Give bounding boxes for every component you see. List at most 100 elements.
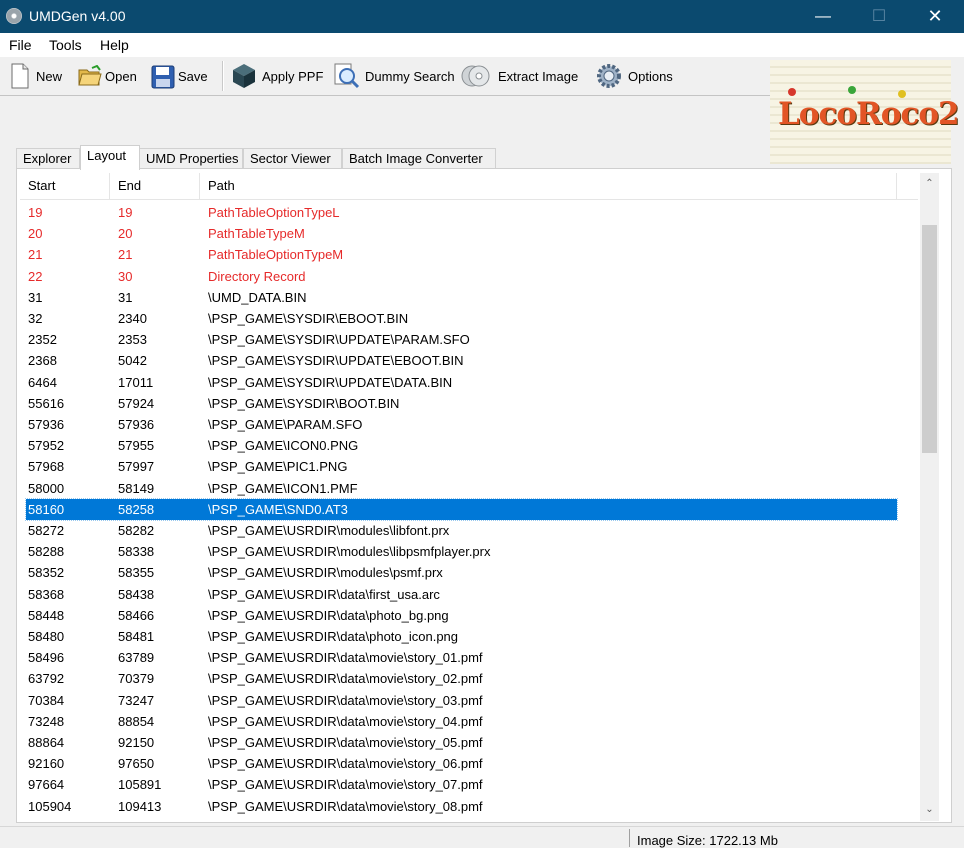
menu-tools[interactable]: Tools [49, 37, 82, 53]
column-header-start[interactable]: Start [20, 173, 110, 199]
table-row[interactable]: 58480 58481 \PSP_GAME\USRDIR\data\photo_ic… [26, 626, 897, 647]
magnifier-search-icon [334, 63, 360, 89]
vertical-scrollbar[interactable]: ⌃ ⌄ [920, 173, 939, 821]
table-row[interactable]: 58000 58149 \PSP_GAME\ICON1.PMF [26, 478, 897, 499]
path-cell: PathTableTypeM [208, 226, 305, 242]
table-row[interactable]: 21 21 PathTableOptionTypeM [26, 244, 897, 265]
table-row[interactable]: 58352 58355 \PSP_GAME\USRDIR\modules\psmf.… [26, 562, 897, 583]
save-disk-icon [151, 65, 175, 89]
path-cell: \UMD_DATA.BIN [208, 289, 307, 305]
toolbar: New Open Save Apply PPF Dummy Search Ext… [0, 57, 770, 95]
end-cell: 105891 [118, 777, 162, 793]
tab-explorer[interactable]: Explorer [16, 148, 80, 168]
start-cell: 58272 [28, 523, 65, 538]
toolbar-separator [222, 61, 224, 91]
table-row[interactable]: 2368 5042 \PSP_GAME\SYSDIR\UPDATE\EBOOT.BI… [26, 350, 897, 371]
apply-ppf-button[interactable]: Apply PPF [231, 61, 323, 91]
table-row[interactable]: 70384 73247 \PSP_GAME\USRDIR\data\movie\st… [26, 690, 897, 711]
scroll-thumb[interactable] [922, 225, 937, 453]
save-button[interactable]: Save [151, 61, 208, 91]
start-cell: 58448 [28, 607, 65, 623]
dummy-search-label: Dummy Search [365, 68, 455, 84]
column-header-path[interactable]: Path [200, 173, 897, 199]
path-cell: \PSP_GAME\USRDIR\data\movie\story_08.pmf [208, 798, 483, 814]
window-title: UMDGen v4.00 [29, 8, 126, 24]
table-row[interactable]: 58272 58282 \PSP_GAME\USRDIR\modules\libfo… [26, 520, 897, 541]
table-row[interactable]: 20 20 PathTableTypeM [26, 223, 897, 244]
open-button[interactable]: Open [78, 61, 137, 91]
end-cell: 57924 [118, 395, 155, 411]
game-logo: LocoRoco2 [770, 60, 960, 164]
table-row[interactable]: 57952 57955 \PSP_GAME\ICON0.PNG [26, 435, 897, 456]
table-row[interactable]: 97664 105891 \PSP_GAME\USRDIR\data\movie\s… [26, 774, 897, 795]
start-cell: 88864 [28, 735, 65, 750]
start-cell: 105904 [28, 798, 72, 814]
path-cell: \PSP_GAME\SND0.AT3 [208, 501, 348, 517]
start-cell: 73248 [28, 713, 65, 729]
end-cell: 57936 [118, 417, 155, 432]
table-row[interactable]: 55616 57924 \PSP_GAME\SYSDIR\BOOT.BIN [26, 393, 897, 414]
end-cell: 58466 [118, 607, 155, 623]
disc-extract-icon [461, 65, 491, 87]
tab-sector-viewer[interactable]: Sector Viewer [243, 148, 342, 168]
open-label: Open [105, 68, 137, 84]
table-row[interactable]: 57936 57936 \PSP_GAME\PARAM.SFO [26, 414, 897, 435]
start-cell: 58000 [28, 480, 65, 496]
table-row[interactable]: 58160 58258 \PSP_GAME\SND0.AT3 [25, 497, 898, 521]
table-row[interactable]: 22 30 Directory Record [26, 266, 897, 287]
end-cell: 57997 [118, 459, 155, 475]
options-label: Options [628, 68, 673, 84]
end-cell: 31 [118, 289, 133, 305]
end-cell: 58149 [118, 480, 155, 496]
end-cell: 63789 [118, 650, 155, 666]
gear-icon [595, 64, 623, 88]
maximize-button[interactable]: ☐ [856, 0, 902, 33]
column-header-end[interactable]: End [110, 173, 200, 199]
table-row[interactable]: 6464 17011 \PSP_GAME\SYSDIR\UPDATE\DATA.BI… [26, 372, 897, 393]
table-row[interactable]: 88864 92150 \PSP_GAME\USRDIR\data\movie\st… [26, 732, 897, 753]
scroll-down-arrow[interactable]: ⌄ [920, 801, 939, 818]
path-cell: PathTableOptionTypeM [208, 247, 344, 263]
path-cell: \PSP_GAME\USRDIR\data\movie\story_02.pmf [208, 671, 483, 687]
title-bar: UMDGen v4.00 — ☐ ✕ [0, 0, 964, 33]
table-row[interactable]: 73248 88854 \PSP_GAME\USRDIR\data\movie\st… [26, 711, 897, 732]
table-row[interactable]: 32 2340 \PSP_GAME\SYSDIR\EBOOT.BIN [26, 308, 897, 329]
menu-help[interactable]: Help [100, 37, 129, 53]
extract-image-button[interactable]: Extract Image [461, 61, 578, 91]
table-row[interactable]: 92160 97650 \PSP_GAME\USRDIR\data\movie\st… [26, 753, 897, 774]
table-row[interactable]: 57968 57997 \PSP_GAME\PIC1.PNG [26, 456, 897, 477]
table-row[interactable]: 19 19 PathTableOptionTypeL [26, 202, 897, 223]
minimize-button[interactable]: — [800, 0, 846, 33]
close-button[interactable]: ✕ [912, 0, 958, 33]
options-button[interactable]: Options [595, 61, 673, 91]
start-cell: 57968 [28, 459, 65, 475]
scroll-up-arrow[interactable]: ⌃ [920, 175, 939, 192]
menu-bar: File Tools Help [0, 33, 964, 57]
table-row[interactable]: 58288 58338 \PSP_GAME\USRDIR\modules\libps… [26, 541, 897, 562]
path-cell: \PSP_GAME\USRDIR\data\movie\story_07.pmf [208, 777, 483, 793]
tab-batch-image-converter[interactable]: Batch Image Converter [342, 148, 496, 168]
start-cell: 2368 [28, 353, 57, 369]
table-row[interactable]: 105904 109413 \PSP_GAME\USRDIR\data\movie\… [26, 796, 897, 817]
table-row[interactable]: 58448 58466 \PSP_GAME\USRDIR\data\photo_bg… [26, 605, 897, 626]
dummy-search-button[interactable]: Dummy Search [334, 61, 455, 91]
table-row[interactable]: 63792 70379 \PSP_GAME\USRDIR\data\movie\st… [26, 668, 897, 689]
tab-layout[interactable]: Layout [80, 145, 140, 170]
extract-image-label: Extract Image [498, 68, 579, 84]
start-cell: 92160 [28, 756, 65, 772]
table-row[interactable]: 58368 58438 \PSP_GAME\USRDIR\data\first_us… [26, 584, 897, 605]
start-cell: 63792 [28, 671, 65, 687]
table-row[interactable]: 31 31 \UMD_DATA.BIN [26, 287, 897, 308]
tab-umd-properties[interactable]: UMD Properties [139, 148, 243, 168]
path-cell: \PSP_GAME\USRDIR\modules\psmf.prx [208, 565, 443, 581]
path-cell: PathTableOptionTypeL [208, 205, 340, 220]
new-button[interactable]: New [9, 61, 62, 91]
table-row[interactable]: 2352 2353 \PSP_GAME\SYSDIR\UPDATE\PARAM.SF… [26, 329, 897, 350]
menu-file[interactable]: File [9, 37, 32, 53]
end-cell: 21 [118, 247, 133, 263]
path-cell: \PSP_GAME\SYSDIR\UPDATE\EBOOT.BIN [208, 353, 464, 369]
logo-text: LocoRoco2 [778, 96, 960, 132]
table-row[interactable]: 58496 63789 \PSP_GAME\USRDIR\data\movie\st… [26, 647, 897, 668]
start-cell: 58496 [28, 650, 65, 666]
layout-list[interactable]: Start End Path 19 19 PathTableOptionTypeL 2… [20, 173, 920, 821]
